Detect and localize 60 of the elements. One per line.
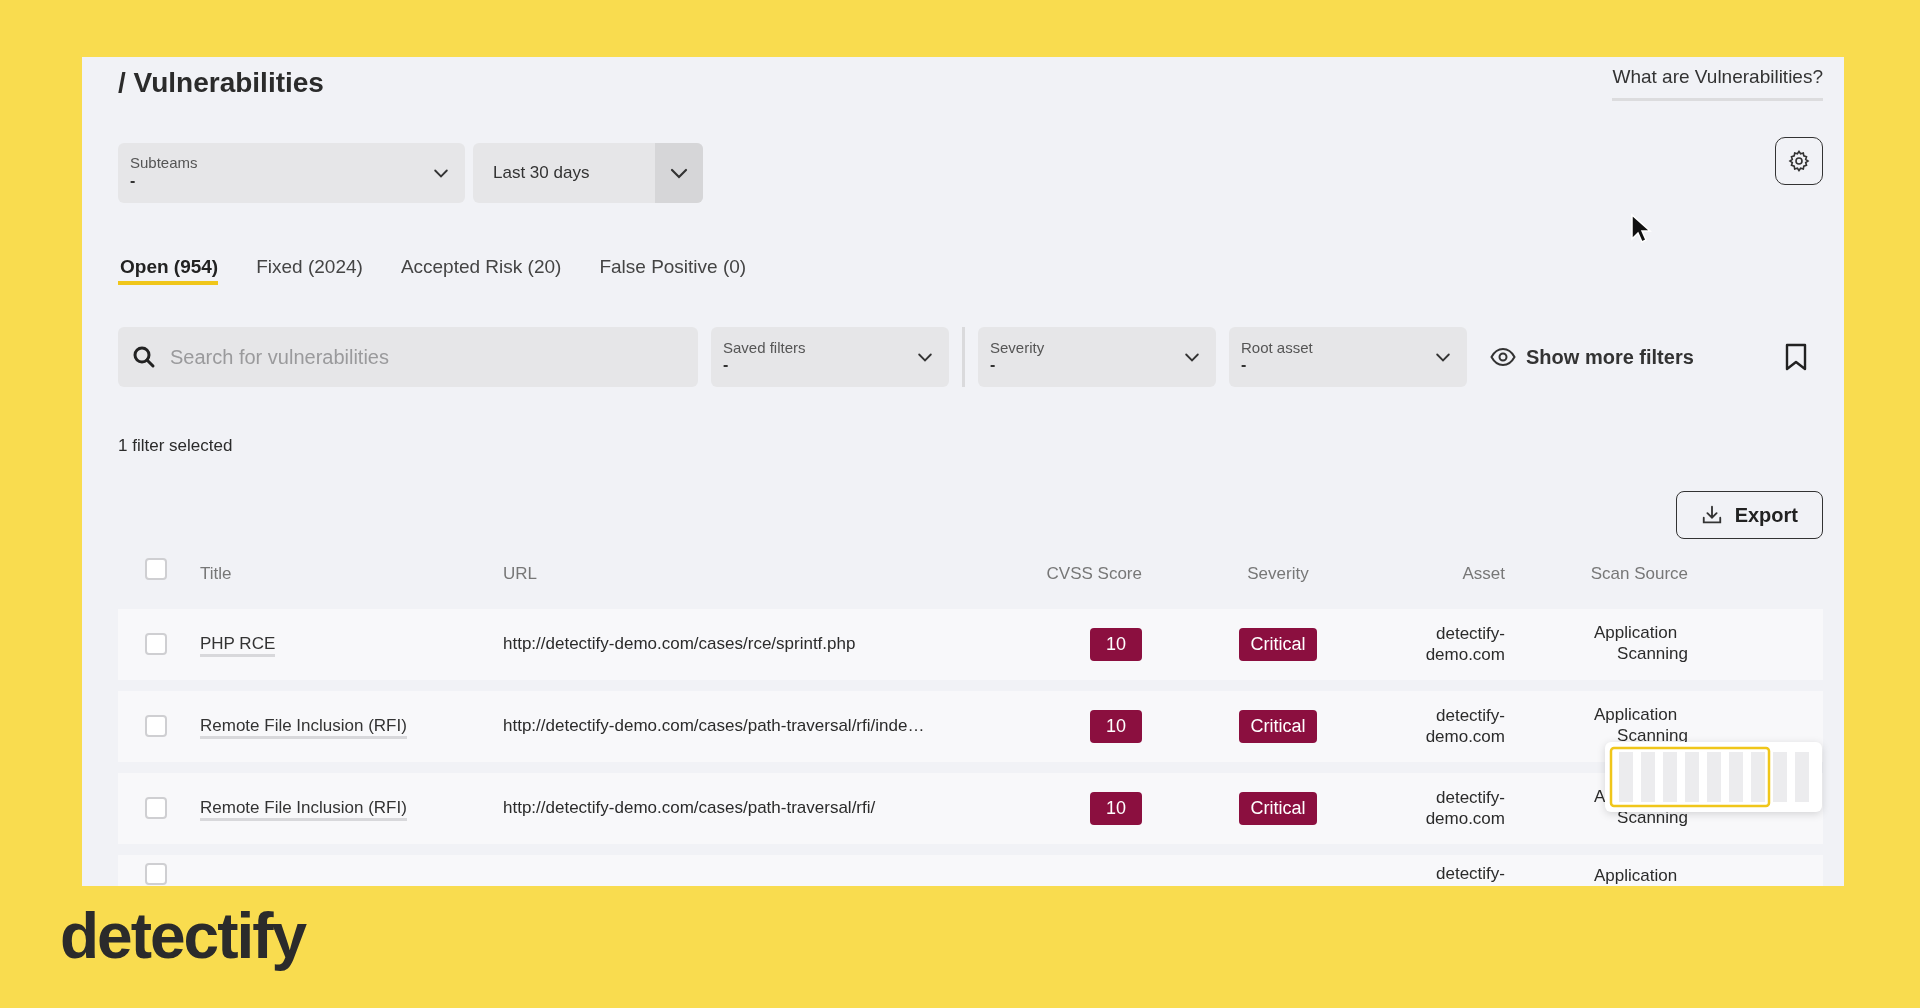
severity-badge: Critical bbox=[1239, 791, 1317, 825]
show-more-filters-button[interactable]: Show more filters bbox=[1490, 342, 1694, 372]
download-icon bbox=[1700, 503, 1723, 526]
bookmark-icon bbox=[1785, 343, 1807, 371]
table-row[interactable]: PHP RCE http://detectify-demo.com/cases/rce/sprintf.php 10 Critical detectify-demo.com Application Scanning bbox=[118, 608, 1823, 680]
scan-source-text: Application bbox=[1594, 864, 1679, 886]
settings-button[interactable] bbox=[1775, 136, 1823, 185]
search-field[interactable]: Search for vulnerabilities bbox=[118, 327, 698, 387]
table-row[interactable]: detectify- Application bbox=[118, 854, 1823, 886]
eye-icon bbox=[1490, 347, 1516, 367]
scan-source-text: Scanning bbox=[1616, 806, 1688, 829]
severity-badge: Critical bbox=[1239, 627, 1317, 661]
search-icon bbox=[132, 345, 156, 369]
asset-cell-text: detectify- bbox=[1435, 862, 1505, 884]
row-checkbox[interactable] bbox=[145, 633, 167, 655]
column-header: Asset bbox=[1461, 562, 1505, 585]
column-header: Severity bbox=[1246, 562, 1310, 585]
asset-cell-text: detectify-demo.com bbox=[1424, 622, 1505, 666]
date-range-dropdown[interactable]: Last 30 days bbox=[473, 142, 703, 203]
tab[interactable]: Fixed (2024) bbox=[254, 252, 363, 285]
subteams-dropdown[interactable]: Subteams - bbox=[118, 142, 465, 203]
tab[interactable]: False Positive (0) bbox=[597, 252, 747, 285]
scan-source-text: Scanning bbox=[1616, 724, 1688, 747]
vulnerability-link[interactable]: Remote File Inclusion (RFI) bbox=[200, 798, 407, 822]
filter-dropdown[interactable]: Root asset - bbox=[1229, 327, 1467, 387]
score-badge: 10 bbox=[1089, 627, 1142, 661]
scan-source-text: Scanning bbox=[1616, 642, 1688, 665]
url-cell-text: http://detectify-demo.com/cases/rce/sprintf.php bbox=[503, 633, 857, 656]
row-checkbox[interactable] bbox=[145, 715, 167, 737]
column-header: CVSS Score bbox=[1045, 562, 1142, 585]
cursor-icon bbox=[1630, 213, 1652, 245]
select-all-checkbox[interactable] bbox=[145, 557, 167, 580]
export-button[interactable]: Export bbox=[1675, 490, 1823, 539]
table-row[interactable]: Remote File Inclusion (RFI) http://detectify-demo.com/cases/path-traversal/rfi/inde… 10 Critical detectify-demo.com Application Scanning bbox=[118, 690, 1823, 762]
scan-source-text: Application bbox=[1594, 621, 1679, 643]
column-header: Title bbox=[200, 562, 233, 585]
bookmark-button[interactable] bbox=[1785, 343, 1807, 371]
url-cell-text: http://detectify-demo.com/cases/path-traversal/rfi/inde… bbox=[503, 715, 926, 738]
filter-status: 1 filter selected bbox=[118, 435, 234, 457]
score-badge: 10 bbox=[1089, 709, 1142, 743]
help-link[interactable]: What are Vulnerabilities? bbox=[1612, 63, 1823, 101]
url-cell-text: http://detectify-demo.com/cases/path-traversal/rfi/ bbox=[503, 797, 877, 820]
filter-dropdown[interactable]: Saved filters - bbox=[711, 327, 949, 387]
vulnerability-link[interactable]: PHP RCE bbox=[200, 634, 276, 658]
page-title: / Vulnerabilities bbox=[118, 66, 324, 100]
row-checkbox[interactable] bbox=[145, 862, 167, 885]
scan-source-text: A bbox=[1594, 785, 1607, 807]
row-checkbox[interactable] bbox=[145, 797, 167, 819]
filter-dropdown[interactable]: Severity - bbox=[978, 327, 1216, 387]
scan-source-text: Application bbox=[1594, 703, 1679, 725]
settings-icon bbox=[1787, 148, 1811, 173]
table-row[interactable]: Remote File Inclusion (RFI) http://detectify-demo.com/cases/path-traversal/rfi/ 10 Critical detectify-demo.com A Scanning bbox=[118, 772, 1823, 844]
tab[interactable]: Accepted Risk (20) bbox=[398, 252, 562, 285]
column-header: Scan Source bbox=[1589, 562, 1688, 585]
score-badge: 10 bbox=[1089, 791, 1142, 825]
vulnerability-link[interactable]: Remote File Inclusion (RFI) bbox=[200, 716, 407, 740]
asset-cell-text: detectify-demo.com bbox=[1424, 704, 1505, 748]
severity-badge: Critical bbox=[1239, 709, 1317, 743]
asset-cell-text: detectify-demo.com bbox=[1424, 786, 1505, 830]
column-header: URL bbox=[503, 562, 538, 585]
